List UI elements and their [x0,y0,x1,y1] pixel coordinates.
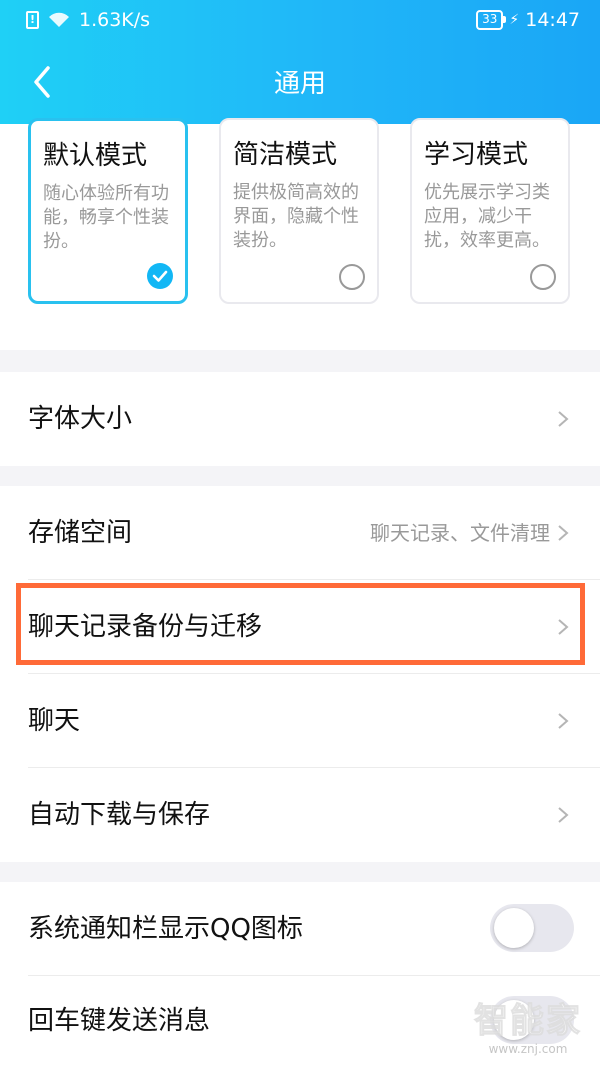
settings-row-notification-icon: 系统通知栏显示QQ图标 [0,882,600,976]
check-icon[interactable] [147,263,173,289]
chevron-right-icon [558,713,569,729]
mode-selector: 默认模式 随心体验所有功能，畅享个性装扮。 简洁模式 提供极简高效的界面，隐藏个… [0,118,600,350]
battery-icon: 33 [476,10,507,30]
mode-card-study[interactable]: 学习模式 优先展示学习类应用，减少干扰，效率更高。 [410,118,570,304]
settings-row-storage[interactable]: 存储空间 聊天记录、文件清理 [0,486,600,580]
page-title: 通用 [273,69,326,99]
mode-title: 简洁模式 [233,140,338,170]
section-gap [0,350,600,372]
clock: 14:47 [525,9,580,31]
row-hint: 聊天记录、文件清理 [370,521,550,545]
mode-description: 随心体验所有功能，畅享个性装扮。 [43,183,169,252]
radio-icon[interactable] [530,264,556,290]
wifi-icon [49,12,69,27]
notification-icon-toggle[interactable] [490,904,574,952]
chevron-right-icon [558,807,569,823]
row-label: 系统通知栏显示QQ图标 [28,914,303,944]
mode-card-default[interactable]: 默认模式 随心体验所有功能，畅享个性装扮。 [28,118,188,304]
network-speed: 1.63K/s [79,9,151,31]
row-label: 存储空间 [28,518,133,548]
radio-icon[interactable] [339,264,365,290]
section-gap [0,862,600,882]
row-label: 自动下载与保存 [28,800,211,830]
alert-icon: ! [26,11,39,29]
watermark: 智能家 www.znj.com [474,993,582,1057]
watermark-url: www.znj.com [488,1042,568,1056]
mode-description: 优先展示学习类应用，减少干扰，效率更高。 [424,182,550,251]
mode-card-simple[interactable]: 简洁模式 提供极简高效的界面，隐藏个性装扮。 [219,118,379,304]
section-gap [0,466,600,486]
chevron-right-icon [558,525,569,541]
mode-title: 默认模式 [43,141,148,171]
watermark-brand: 智能家 [474,1001,582,1042]
app-header: ! 1.63K/s 33 ⚡ 14:47 通用 [0,0,600,124]
toggle-knob [494,908,534,948]
status-bar: ! 1.63K/s 33 ⚡ 14:47 [0,0,600,40]
row-label: 聊天 [28,706,81,736]
mode-title: 学习模式 [424,140,529,170]
settings-row-auto-download[interactable]: 自动下载与保存 [0,768,600,862]
row-label: 字体大小 [28,404,133,434]
highlight-box [16,583,585,665]
chevron-right-icon [558,411,569,427]
settings-row-chat[interactable]: 聊天 [0,674,600,768]
mode-description: 提供极简高效的界面，隐藏个性装扮。 [233,182,359,251]
row-label: 回车键发送消息 [28,1006,211,1036]
settings-row-font-size[interactable]: 字体大小 [0,372,600,466]
charging-icon: ⚡ [509,12,520,28]
